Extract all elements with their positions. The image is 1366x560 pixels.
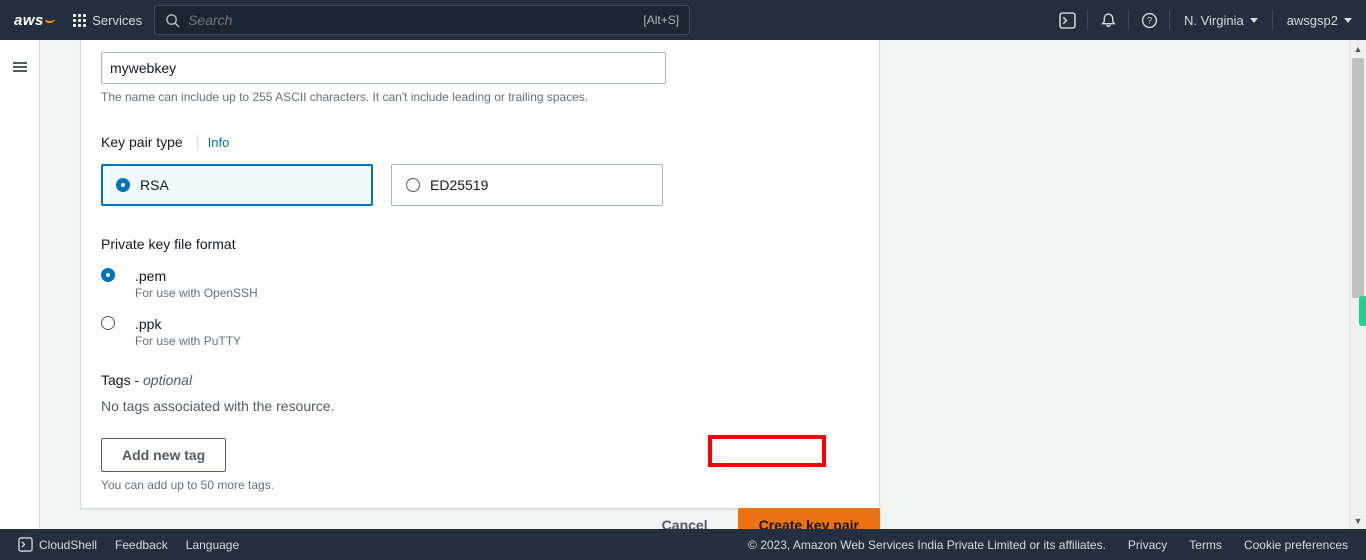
tags-empty-message: No tags associated with the resource. bbox=[101, 398, 859, 414]
cloudshell-link[interactable]: CloudShell bbox=[18, 537, 97, 552]
terms-link[interactable]: Terms bbox=[1189, 538, 1222, 552]
caret-down-icon bbox=[1250, 18, 1258, 23]
terminal-icon bbox=[18, 537, 33, 552]
radio-icon bbox=[116, 178, 130, 192]
svg-text:?: ? bbox=[1147, 15, 1152, 26]
caret-down-icon bbox=[1344, 18, 1352, 23]
add-tag-hint: You can add up to 50 more tags. bbox=[101, 478, 859, 492]
add-tag-button[interactable]: Add new tag bbox=[101, 438, 226, 472]
scroll-up-icon[interactable]: ▲ bbox=[1350, 40, 1366, 57]
keypair-panel: The name can include up to 255 ASCII cha… bbox=[80, 40, 880, 509]
left-rail bbox=[0, 40, 40, 529]
tags-section-title: Tags - optional bbox=[101, 372, 859, 388]
notifications-button[interactable] bbox=[1088, 0, 1128, 40]
services-label: Services bbox=[92, 13, 142, 28]
name-hint: The name can include up to 255 ASCII cha… bbox=[101, 90, 859, 104]
feedback-link[interactable]: Feedback bbox=[115, 538, 168, 552]
hamburger-icon[interactable] bbox=[13, 62, 27, 72]
pem-label: .pem bbox=[135, 268, 258, 284]
scroll-thumb[interactable] bbox=[1352, 58, 1364, 298]
help-icon: ? bbox=[1141, 12, 1158, 29]
bell-icon bbox=[1100, 12, 1117, 29]
cookie-link[interactable]: Cookie preferences bbox=[1244, 538, 1348, 552]
aws-logo[interactable]: aws⌣ bbox=[14, 12, 54, 29]
format-ppk[interactable]: .ppk For use with PuTTY bbox=[101, 316, 859, 348]
services-button[interactable]: Services bbox=[72, 13, 142, 28]
create-keypair-button[interactable]: Create key pair bbox=[738, 508, 880, 529]
main-content: The name can include up to 255 ASCII cha… bbox=[40, 40, 1366, 529]
ppk-label: .ppk bbox=[135, 316, 241, 332]
cloudshell-label: CloudShell bbox=[39, 538, 97, 552]
format-label: Private key file format bbox=[101, 236, 859, 252]
radio-icon bbox=[101, 268, 115, 282]
keypair-type-ed25519[interactable]: ED25519 bbox=[391, 164, 663, 206]
account-label: awsgsp2 bbox=[1287, 13, 1338, 28]
search-shortcut-hint: [Alt+S] bbox=[643, 13, 679, 27]
account-menu[interactable]: awsgsp2 bbox=[1273, 0, 1366, 40]
ppk-desc: For use with PuTTY bbox=[135, 334, 241, 348]
aws-smile-icon: ⌣ bbox=[44, 12, 54, 29]
copyright-text: © 2023, Amazon Web Services India Privat… bbox=[748, 538, 1106, 552]
footer-left: CloudShell Feedback Language bbox=[18, 537, 239, 552]
pem-desc: For use with OpenSSH bbox=[135, 286, 258, 300]
rsa-label: RSA bbox=[140, 177, 169, 193]
keypair-type-options: RSA ED25519 bbox=[101, 164, 859, 206]
grid-icon bbox=[72, 13, 86, 27]
nav-right: ? N. Virginia awsgsp2 bbox=[1047, 0, 1366, 40]
info-link[interactable]: Info bbox=[197, 135, 230, 150]
terminal-icon bbox=[1059, 12, 1076, 29]
region-selector[interactable]: N. Virginia bbox=[1170, 0, 1272, 40]
privacy-link[interactable]: Privacy bbox=[1128, 538, 1167, 552]
search-input[interactable] bbox=[188, 12, 643, 28]
region-label: N. Virginia bbox=[1184, 13, 1244, 28]
scroll-down-icon[interactable]: ▼ bbox=[1350, 512, 1366, 529]
format-pem[interactable]: .pem For use with OpenSSH bbox=[101, 268, 859, 300]
action-row: Cancel Create key pair bbox=[80, 508, 880, 529]
keypair-type-rsa[interactable]: RSA bbox=[101, 164, 373, 206]
keypair-type-label: Key pair type Info bbox=[101, 134, 859, 150]
footer-right: © 2023, Amazon Web Services India Privat… bbox=[748, 538, 1348, 552]
scrollbar[interactable]: ▲ ▼ bbox=[1349, 40, 1366, 529]
global-search[interactable]: [Alt+S] bbox=[154, 5, 690, 35]
search-icon bbox=[165, 13, 180, 28]
radio-icon bbox=[406, 178, 420, 192]
cancel-button[interactable]: Cancel bbox=[648, 509, 722, 529]
radio-icon bbox=[101, 316, 115, 330]
footer: CloudShell Feedback Language © 2023, Ama… bbox=[0, 529, 1366, 560]
help-button[interactable]: ? bbox=[1129, 0, 1169, 40]
ed-label: ED25519 bbox=[430, 177, 488, 193]
language-link[interactable]: Language bbox=[186, 538, 239, 552]
feedback-tab[interactable] bbox=[1359, 296, 1366, 326]
top-nav: aws⌣ Services [Alt+S] ? N. Virginia awsg… bbox=[0, 0, 1366, 40]
cloudshell-icon-button[interactable] bbox=[1047, 0, 1087, 40]
keypair-name-input[interactable] bbox=[101, 52, 666, 84]
